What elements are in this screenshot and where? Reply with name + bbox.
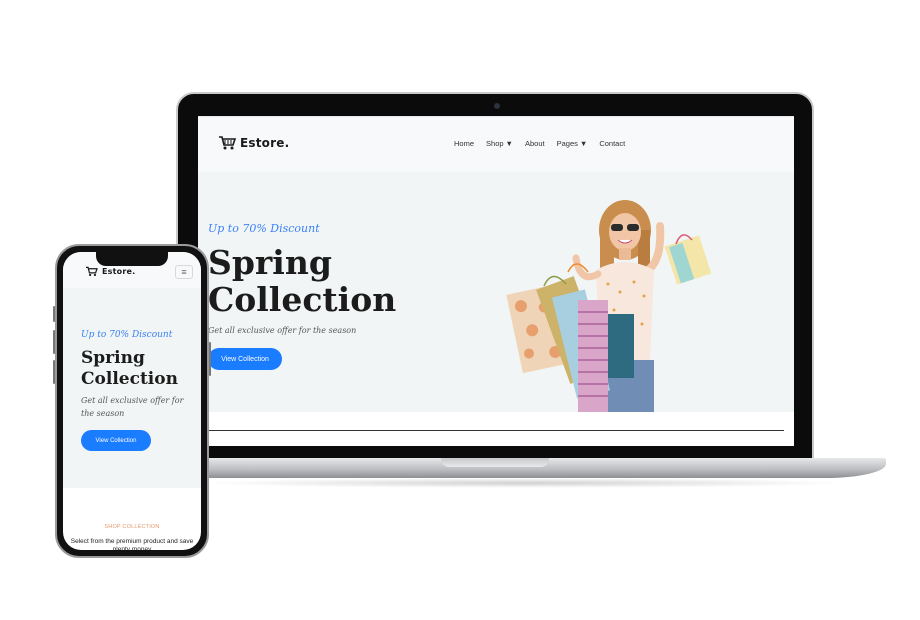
laptop-camera	[494, 103, 500, 109]
shopping-cart-icon	[219, 136, 236, 150]
section-divider	[208, 430, 784, 431]
phone-screen: Estore. ≡ Up to 70% Discount Spring Coll…	[63, 252, 201, 550]
view-collection-button[interactable]: View Collection	[81, 430, 151, 451]
hero-title: Spring Collection	[208, 244, 428, 318]
brand-logo[interactable]: Estore.	[218, 135, 289, 151]
hero-subtitle: Get all exclusive offer for the season	[81, 396, 184, 418]
hero-title-line1: Spring	[81, 348, 145, 368]
discount-text: Up to 70% Discount	[81, 330, 173, 340]
hero-title-line2: Collection	[81, 369, 178, 389]
main-menu: Home Shop ▼ About Pages ▼ Contact	[454, 139, 625, 148]
laptop-shadow	[200, 478, 850, 488]
nav-label: Pages	[556, 139, 578, 148]
nav-item-contact[interactable]: Contact	[599, 139, 625, 148]
hero-title: Spring Collection	[81, 348, 191, 390]
nav-item-home[interactable]: Home	[454, 139, 474, 148]
phone-side-button	[53, 360, 55, 384]
hero-section: Up to 70% Discount Spring Collection Get…	[198, 172, 794, 412]
brand-logo[interactable]: Estore.	[85, 266, 135, 277]
nav-label: Shop	[486, 139, 504, 148]
hamburger-icon[interactable]: ≡	[175, 265, 193, 279]
caret-down-icon: ▼	[505, 139, 513, 148]
hero-shopping-woman-image	[506, 200, 712, 412]
nav-label: About	[524, 139, 545, 148]
phone-side-button	[53, 306, 55, 322]
brand-name: Estore.	[240, 136, 290, 150]
hero-title-line2: Collection	[208, 280, 397, 319]
nav-item-about[interactable]: About	[525, 139, 545, 148]
nav-item-shop[interactable]: Shop ▼	[486, 139, 513, 148]
view-collection-button[interactable]: View Collection	[208, 348, 282, 370]
phone-notch	[96, 252, 168, 266]
nav-item-pages[interactable]: Pages ▼	[557, 139, 588, 148]
brand-name: Estore.	[102, 267, 136, 276]
caret-down-icon: ▼	[579, 139, 588, 148]
mobile-hero-section: Up to 70% Discount Spring Collection Get…	[63, 288, 201, 488]
discount-text: Up to 70% Discount	[208, 222, 320, 235]
phone-side-button	[53, 330, 55, 354]
nav-label: Home	[454, 139, 475, 148]
laptop-screen: Estore. Home Shop ▼ About Pages ▼ Contact …	[198, 116, 794, 446]
hero-subtitle: Get all exclusive offer for the season	[208, 326, 357, 335]
phone-side-button	[209, 342, 211, 376]
shopping-cart-icon	[86, 266, 98, 277]
shop-collection-description: Select from the premium product and save…	[70, 538, 194, 550]
nav-label: Contact	[599, 139, 626, 148]
hero-title-line1: Spring	[208, 243, 332, 282]
phone-device: Estore. ≡ Up to 70% Discount Spring Coll…	[53, 244, 211, 558]
laptop-opening-notch	[441, 458, 549, 467]
shop-collection-eyebrow: SHOP COLLECTION	[104, 524, 160, 530]
laptop-navbar: Estore. Home Shop ▼ About Pages ▼ Contact	[198, 116, 794, 172]
laptop-device: Estore. Home Shop ▼ About Pages ▼ Contact …	[176, 92, 814, 462]
